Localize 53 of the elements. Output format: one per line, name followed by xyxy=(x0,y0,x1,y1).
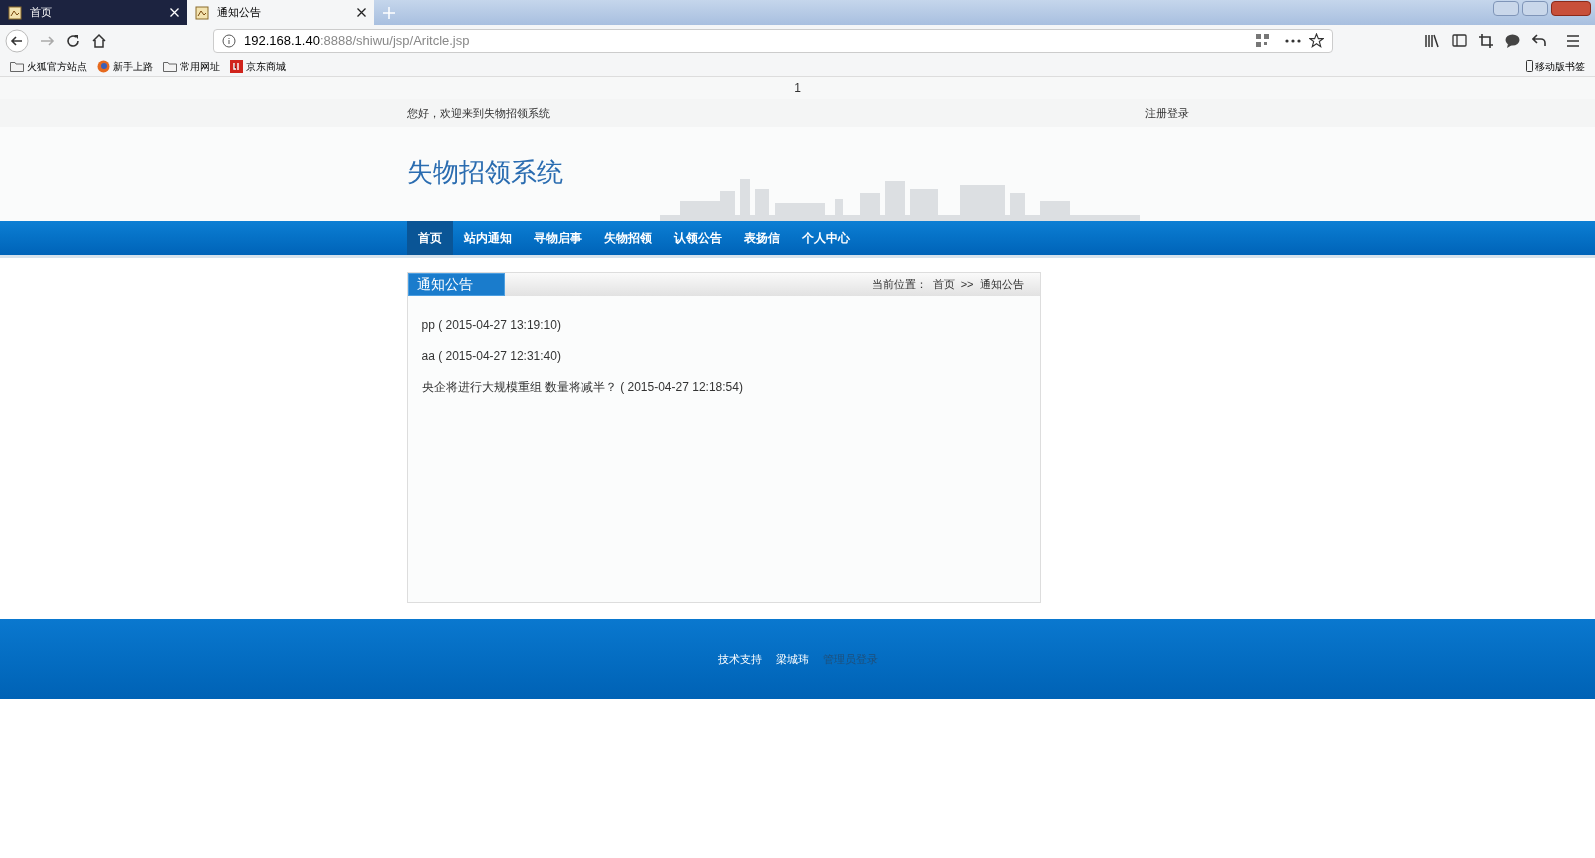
address-bar[interactable]: 192.168.1.40:8888/shiwu/jsp/Aritcle.jsp xyxy=(213,28,1333,53)
nav-link[interactable]: 站内通知 xyxy=(452,221,523,255)
crop-icon[interactable] xyxy=(1479,33,1493,48)
nav-link[interactable]: 失物招领 xyxy=(592,221,663,255)
footer-text: 梁城玮 xyxy=(775,651,809,667)
notice-link[interactable]: aa ( 2015-04-27 12:31:40) xyxy=(421,347,1040,365)
phone-icon xyxy=(1526,60,1533,72)
undo-icon[interactable] xyxy=(1532,34,1546,47)
nav-link[interactable]: 认领公告 xyxy=(662,221,733,255)
home-icon[interactable] xyxy=(91,32,107,49)
close-icon[interactable] xyxy=(357,8,366,17)
nav-link[interactable]: 表扬信 xyxy=(732,221,791,255)
breadcrumb-separator: >> xyxy=(960,277,974,293)
page-icon xyxy=(195,5,209,20)
footer-text: 技术支持 xyxy=(717,651,762,667)
bookmark-item[interactable]: 京东商城 xyxy=(230,58,286,74)
back-icon[interactable] xyxy=(5,28,29,53)
register-login-link[interactable]: 注册登录 xyxy=(1144,104,1189,122)
site-title: 失物招领系统 xyxy=(406,157,563,187)
breadcrumb-link[interactable]: 通知公告 xyxy=(979,276,1024,293)
more-icon[interactable] xyxy=(1285,38,1301,43)
star-icon[interactable] xyxy=(1309,33,1324,48)
browser-tab[interactable]: 通知公告 xyxy=(187,0,374,25)
sidebar-icon[interactable] xyxy=(1452,34,1467,47)
breadcrumb-link[interactable]: 首页 xyxy=(932,276,955,293)
bookmark-item[interactable]: 新手上路 xyxy=(97,58,153,74)
chat-icon[interactable] xyxy=(1505,33,1520,48)
reload-icon[interactable] xyxy=(65,32,81,49)
globe-icon xyxy=(97,59,110,73)
notice-link[interactable]: 央企将进行大规模重组 数量将减半？ ( 2015-04-27 12:18:54) xyxy=(421,378,1040,396)
library-icon[interactable] xyxy=(1425,33,1440,48)
page-number: 1 xyxy=(794,80,801,97)
info-icon[interactable] xyxy=(222,33,236,48)
bookmark-item[interactable]: 火狐官方站点 xyxy=(10,58,87,74)
panel-title: 通知公告 xyxy=(407,273,505,296)
welcome-text: 您好，欢迎来到失物招领系统 xyxy=(406,105,550,121)
bookmark-item[interactable]: 常用网址 xyxy=(163,58,220,74)
nav-link[interactable]: 寻物启事 xyxy=(522,221,593,255)
notice-link[interactable]: pp ( 2015-04-27 13:19:10) xyxy=(421,316,1040,334)
menu-icon[interactable] xyxy=(1566,34,1580,47)
shop-icon xyxy=(230,59,243,73)
folder-icon xyxy=(10,60,24,72)
page-icon xyxy=(8,5,22,20)
url-text: 192.168.1.40:8888/shiwu/jsp/Aritcle.jsp xyxy=(244,31,470,50)
qr-code-icon[interactable] xyxy=(1256,34,1269,47)
nav-link[interactable]: 首页 xyxy=(406,221,453,255)
folder-icon xyxy=(163,60,177,72)
breadcrumb-label: 当前位置： xyxy=(871,277,927,293)
nav-link[interactable]: 个人中心 xyxy=(790,221,861,255)
tab-title: 首页 xyxy=(30,5,53,21)
browser-tab[interactable]: 首页 xyxy=(0,0,187,25)
mobile-bookmarks[interactable]: 移动版书签 xyxy=(1526,58,1585,74)
tab-title: 通知公告 xyxy=(217,5,262,21)
